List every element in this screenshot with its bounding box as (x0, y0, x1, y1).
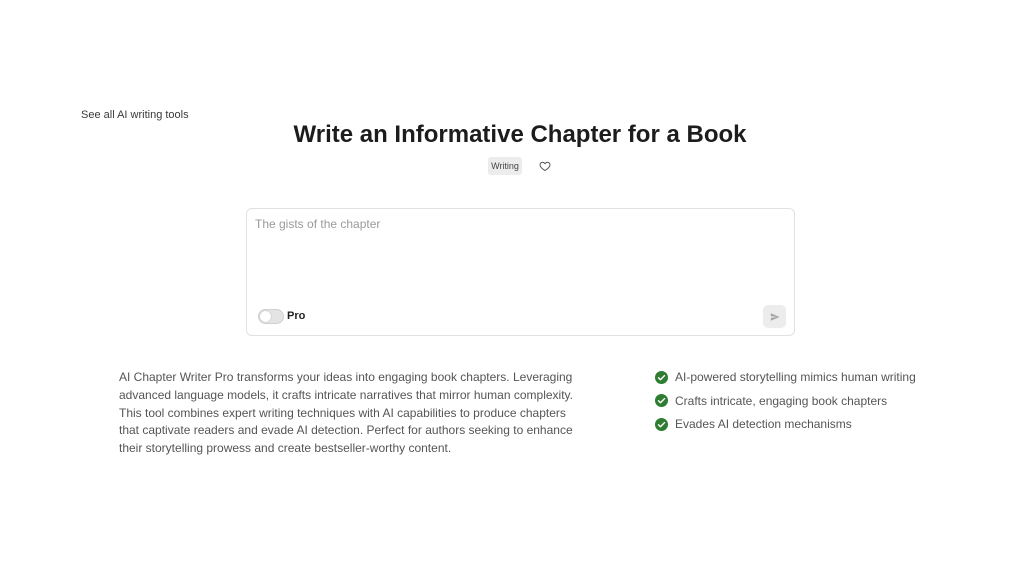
see-all-tools-link[interactable]: See all AI writing tools (81, 109, 189, 121)
check-circle-icon (655, 394, 668, 407)
feature-item: AI-powered storytelling mimics human wri… (655, 369, 916, 385)
pro-label: Pro (287, 310, 306, 322)
title-meta: Writing (0, 157, 1024, 175)
feature-item: Crafts intricate, engaging book chapters (655, 393, 916, 409)
check-circle-icon (655, 417, 668, 431)
pro-toggle[interactable] (258, 309, 284, 324)
feature-text: AI-powered storytelling mimics human wri… (675, 370, 916, 384)
composer-card: Pro (246, 208, 795, 336)
feature-text: Evades AI detection mechanisms (675, 417, 852, 431)
feature-list: AI-powered storytelling mimics human wri… (655, 369, 916, 440)
send-icon (770, 312, 780, 321)
favorite-button[interactable] (538, 159, 552, 173)
page: See all AI writing tools Write an Inform… (0, 0, 1024, 576)
chapter-gist-input[interactable] (255, 217, 787, 297)
feature-text: Crafts intricate, engaging book chapters (675, 393, 888, 408)
feature-item: Evades AI detection mechanisms (655, 416, 916, 432)
check-circle-icon (655, 370, 668, 384)
toggle-knob (260, 311, 271, 322)
heart-outline-icon (539, 161, 551, 171)
page-title: Write an Informative Chapter for a Book (293, 121, 747, 148)
tool-description: AI Chapter Writer Pro transforms your id… (119, 370, 573, 456)
category-tag[interactable]: Writing (488, 157, 522, 175)
send-button[interactable] (763, 305, 786, 328)
